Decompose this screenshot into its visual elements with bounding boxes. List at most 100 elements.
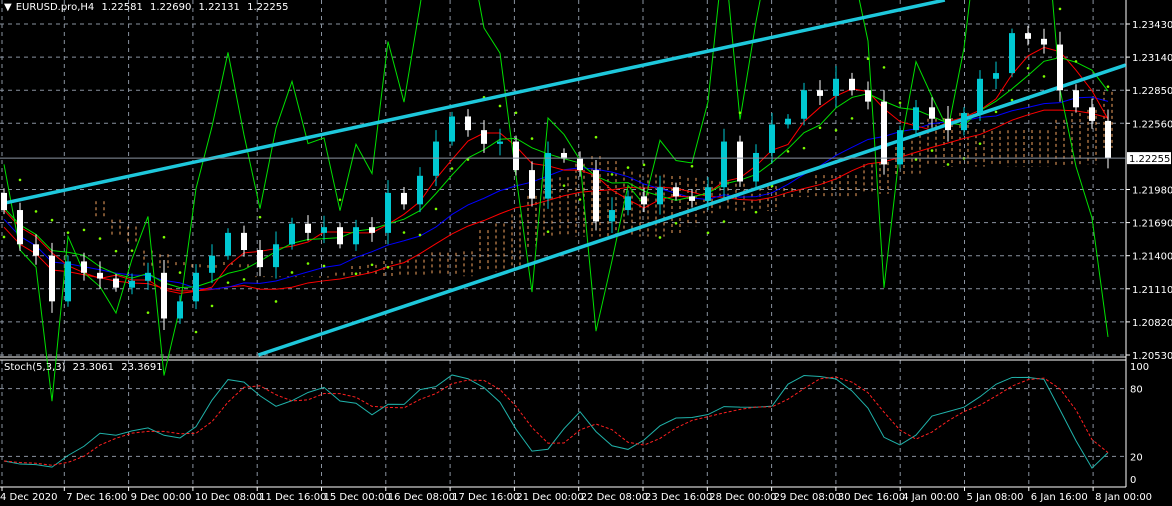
- parabolic-sar-dot: [610, 173, 614, 176]
- parabolic-sar-dot: [130, 249, 134, 252]
- candle-body: [1105, 120, 1111, 159]
- parabolic-sar-dot: [802, 146, 806, 150]
- price-tick-label: 1.21110: [1132, 285, 1172, 296]
- time-tick-label: 21 Dec 00:00: [516, 492, 583, 503]
- candle-body: [433, 141, 439, 176]
- parabolic-sar-dot: [866, 57, 870, 60]
- candle-body: [481, 130, 487, 144]
- candle-body: [353, 227, 359, 245]
- candle-body: [417, 175, 423, 205]
- parabolic-sar-dot: [978, 142, 982, 145]
- time-tick-label: 17 Dec 16:00: [452, 492, 519, 503]
- candle-body: [865, 90, 871, 102]
- time-tick-label: 11 Dec 16:00: [259, 492, 326, 503]
- stoch-tick-label: 80: [1130, 385, 1143, 396]
- time-tick-label: 9 Dec 00:00: [131, 492, 192, 503]
- time-tick-label: 15 Dec 00:00: [324, 492, 391, 503]
- candle-body: [609, 210, 615, 222]
- stoch-tick-label: 100: [1130, 362, 1149, 373]
- price-chart[interactable]: 1.23430 1.23140 1.22850 1.22560 1.21980 1.216…: [0, 0, 1172, 506]
- parabolic-sar-dot: [290, 271, 294, 274]
- parabolic-sar-dot: [1026, 66, 1030, 70]
- parabolic-sar-dot: [450, 167, 454, 170]
- time-tick-label: 5 Jan 08:00: [967, 492, 1024, 503]
- candle-body: [273, 244, 279, 268]
- price-tick-label: 1.20820: [1132, 318, 1172, 329]
- chart-header: ▼ EURUSD.pro,H4 1.22581 1.22690 1.22131 1…: [4, 2, 292, 13]
- parabolic-sar-dot: [818, 126, 822, 130]
- parabolic-sar-dot: [194, 330, 198, 334]
- parabolic-sar-dot: [1106, 85, 1110, 88]
- time-tick-label: 30 Dec 16:00: [838, 492, 905, 503]
- parabolic-sar-dot: [898, 101, 902, 105]
- low-value: 1.22131: [198, 2, 240, 13]
- parabolic-sar-dot: [306, 262, 310, 265]
- candle-body: [993, 73, 999, 79]
- parabolic-sar-dot: [690, 164, 694, 168]
- candle-body: [577, 158, 583, 171]
- candle-body: [321, 227, 327, 233]
- parabolic-sar-dot: [498, 104, 502, 108]
- dropdown-triangle-icon[interactable]: ▼: [4, 2, 12, 13]
- candle-body: [673, 187, 679, 197]
- candle-body: [209, 255, 215, 273]
- candle-body: [337, 227, 343, 245]
- candle-body: [257, 249, 263, 268]
- candle-body: [1025, 33, 1031, 39]
- parabolic-sar-dot: [834, 128, 838, 132]
- price-tick-label: 1.21690: [1132, 219, 1172, 230]
- candle-body: [241, 232, 247, 250]
- parabolic-sar-dot: [210, 304, 214, 308]
- parabolic-sar-dot: [18, 178, 22, 182]
- candle-body: [881, 101, 887, 165]
- stoch-tick-label: 0: [1130, 475, 1136, 486]
- time-tick-label: 16 Dec 08:00: [388, 492, 455, 503]
- candle-body: [1089, 107, 1095, 121]
- parabolic-sar-dot: [626, 166, 630, 169]
- parabolic-sar-dot: [370, 263, 374, 267]
- candle-body: [769, 124, 775, 153]
- parabolic-sar-dot: [786, 150, 790, 153]
- candle-body: [961, 113, 967, 131]
- stoch-signal-line: [3, 376, 1109, 466]
- parabolic-sar-dot: [530, 137, 534, 140]
- candle-body: [17, 210, 23, 245]
- parabolic-sar-dot: [930, 149, 934, 152]
- candle-body: [849, 78, 855, 91]
- candle-body: [817, 90, 823, 96]
- parabolic-sar-dot: [914, 158, 918, 161]
- ma-slow-red: [3, 109, 1109, 292]
- candle-body: [1009, 33, 1015, 74]
- candle-body: [689, 196, 695, 201]
- parabolic-sar-dot: [146, 311, 150, 314]
- parabolic-sar-dot: [386, 265, 390, 269]
- candle-body: [929, 107, 935, 119]
- candle-body: [705, 187, 711, 201]
- price-tick-label: 1.20530: [1132, 351, 1172, 362]
- open-value: 1.22581: [101, 2, 143, 13]
- time-tick-label: 10 Dec 08:00: [195, 492, 262, 503]
- candle-body: [65, 261, 71, 302]
- parabolic-sar-dot: [754, 210, 758, 214]
- candle-body: [833, 78, 839, 96]
- parabolic-sar-dot: [674, 221, 678, 225]
- symbol-label: EURUSD.pro,H4: [15, 2, 95, 13]
- candle-body: [129, 280, 135, 288]
- candle-body: [145, 272, 151, 281]
- candle-body: [529, 170, 535, 199]
- candle-body: [593, 170, 599, 222]
- time-tick-label: 4 Jan 00:00: [902, 492, 959, 503]
- candle-body: [497, 141, 503, 144]
- parabolic-sar-dot: [562, 184, 566, 187]
- stoch-header: Stoch(5,3,3) 23.3061 23.3691: [4, 362, 167, 373]
- parabolic-sar-dot: [50, 218, 54, 222]
- parabolic-sar-dot: [402, 231, 406, 234]
- price-tick-label: 1.22560: [1132, 119, 1172, 130]
- parabolic-sar-dot: [354, 272, 358, 275]
- price-tick-label: 1.21980: [1132, 186, 1172, 197]
- candle-body: [753, 152, 759, 182]
- parabolic-sar-dot: [258, 215, 262, 219]
- time-tick-label: 6 Jan 16:00: [1031, 492, 1088, 503]
- candle-body: [1073, 90, 1079, 108]
- candle-body: [225, 232, 231, 256]
